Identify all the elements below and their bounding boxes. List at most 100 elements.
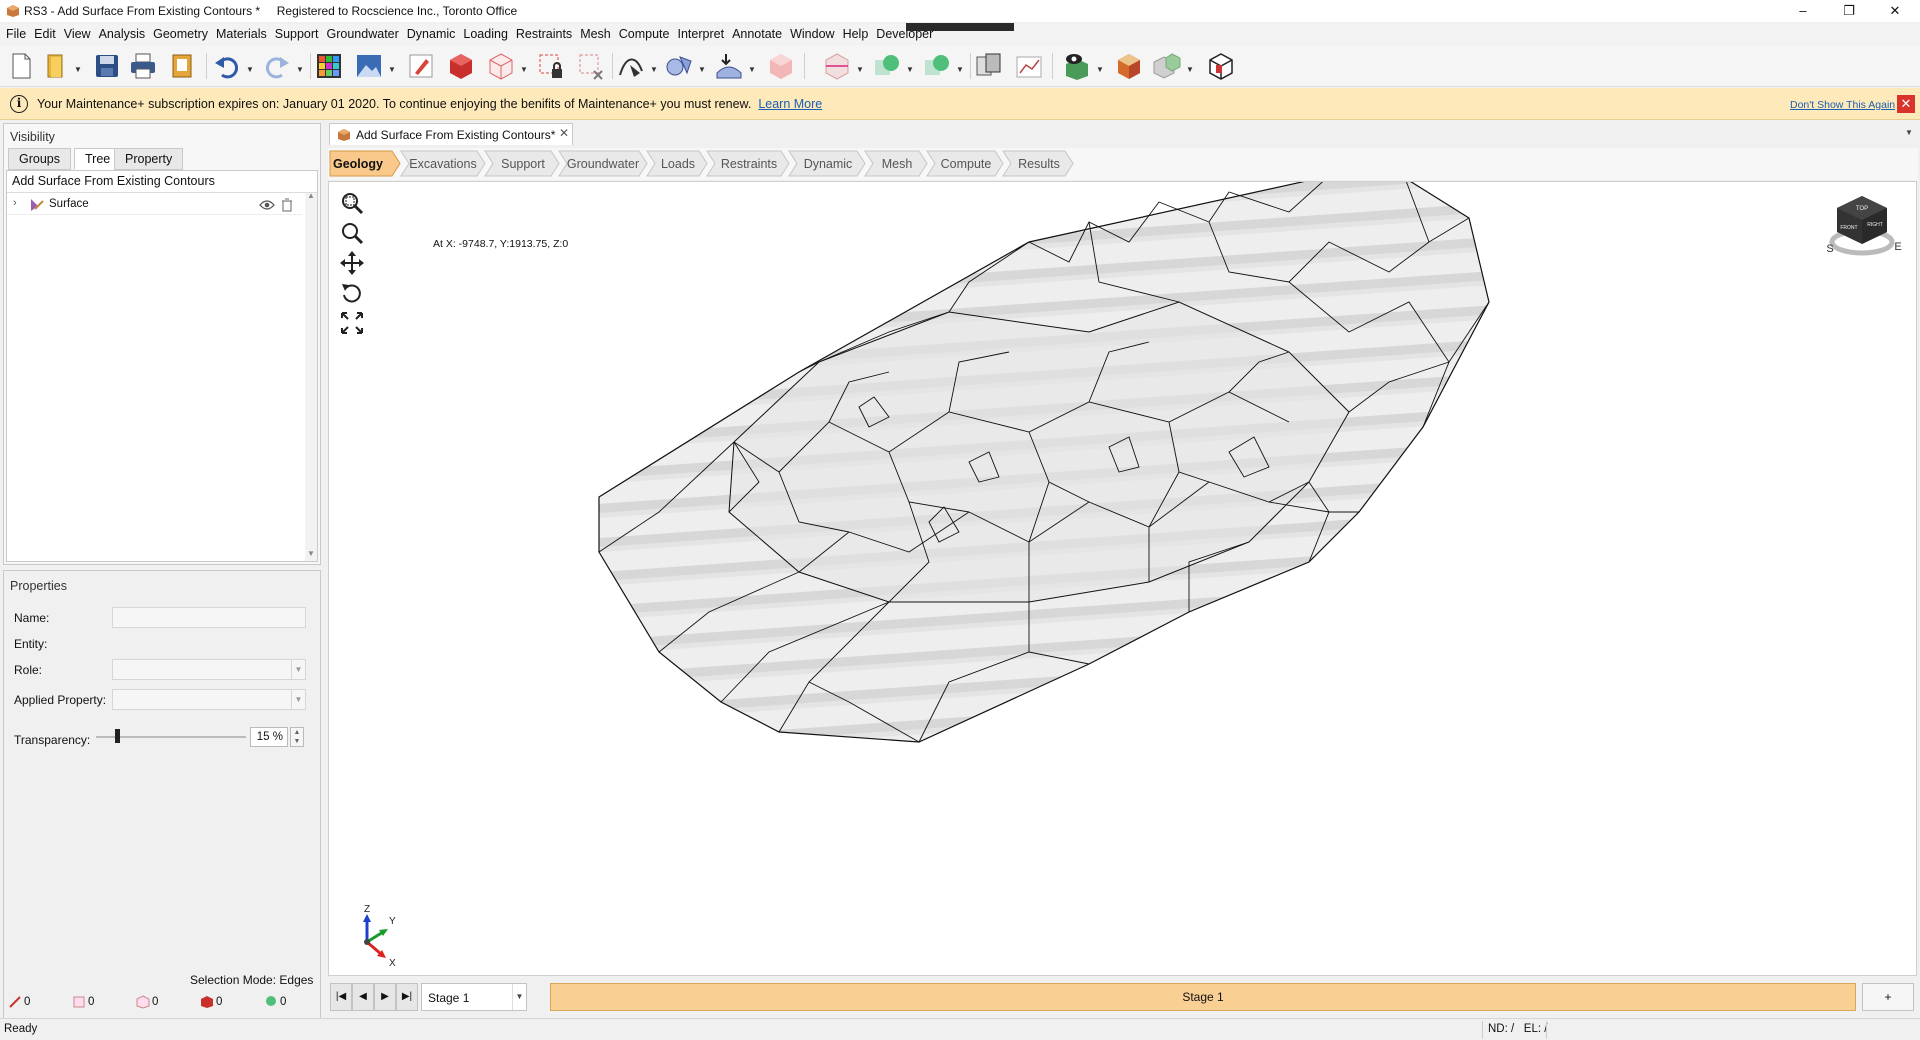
stage-1-bar[interactable]: Stage 1 <box>550 983 1856 1011</box>
cube-slice-icon[interactable] <box>822 51 852 81</box>
3d-viewport[interactable]: At X: -9748.7, Y:1913.75, Z:0 TOP FRONT … <box>328 181 1917 976</box>
grey-cubes-icon[interactable] <box>1152 51 1182 81</box>
colored-cube-icon[interactable] <box>1114 51 1144 81</box>
eye-icon[interactable] <box>259 199 275 211</box>
deselect-icon[interactable] <box>576 51 606 81</box>
workflow-results[interactable]: Results <box>1002 150 1074 177</box>
curve-tool-icon[interactable] <box>616 51 646 81</box>
chevron-down-icon[interactable]: ▼ <box>956 65 964 74</box>
transparency-spinner[interactable]: ▲ ▼ <box>290 727 304 747</box>
workflow-restraints[interactable]: Restraints <box>706 150 790 177</box>
chevron-down-icon[interactable]: ▼ <box>388 65 396 74</box>
chevron-down-icon[interactable]: ▼ <box>74 65 82 74</box>
menu-view[interactable]: View <box>60 24 95 44</box>
chevron-down-icon[interactable]: ▼ <box>246 65 254 74</box>
last-stage-button[interactable]: ▶| <box>396 983 418 1011</box>
close-notice-icon[interactable]: ✕ <box>1897 95 1915 113</box>
menu-help[interactable]: Help <box>839 24 873 44</box>
menu-edit[interactable]: Edit <box>30 24 60 44</box>
menu-loading[interactable]: Loading <box>459 24 512 44</box>
lock-selection-icon[interactable] <box>536 51 566 81</box>
trash-icon[interactable] <box>281 198 293 212</box>
menu-analysis[interactable]: Analysis <box>95 24 150 44</box>
learn-more-link[interactable]: Learn More <box>758 97 822 111</box>
wire-cube-icon[interactable] <box>486 51 516 81</box>
workflow-geology[interactable]: Geology <box>328 150 402 177</box>
add-stage-button[interactable]: + <box>1862 983 1914 1011</box>
menu-annotate[interactable]: Annotate <box>728 24 786 44</box>
workflow-dynamic[interactable]: Dynamic <box>788 150 866 177</box>
workflow-compute[interactable]: Compute <box>926 150 1004 177</box>
menu-dynamic[interactable]: Dynamic <box>403 24 460 44</box>
chevron-down-icon[interactable]: ▼ <box>748 65 756 74</box>
minimize-button[interactable]: – <box>1780 0 1826 22</box>
previous-stage-button[interactable]: ◀ <box>352 983 374 1011</box>
image-import-icon[interactable] <box>354 51 384 81</box>
boolean-intersect-icon[interactable] <box>922 51 952 81</box>
material-grid-icon[interactable] <box>314 51 344 81</box>
document-tab[interactable]: Add Surface From Existing Contours* ✕ <box>329 123 573 145</box>
tree-item-surface[interactable]: › Surface <box>7 195 302 215</box>
open-folder-icon[interactable] <box>42 51 72 81</box>
scroll-down-icon[interactable]: ▼ <box>307 549 315 558</box>
transparency-slider-thumb[interactable] <box>115 729 120 743</box>
view-cube-tool-icon[interactable] <box>1206 51 1236 81</box>
tree-scrollbar[interactable]: ▲ ▼ <box>305 191 317 561</box>
view-cube-graphic[interactable]: TOP FRONT RIGHT S E <box>1817 182 1907 272</box>
restore-button[interactable]: ❐ <box>1826 0 1872 22</box>
red-cube-icon[interactable] <box>446 51 476 81</box>
close-tab-icon[interactable]: ✕ <box>559 126 569 140</box>
edit-pencil-icon[interactable] <box>406 51 436 81</box>
workflow-support[interactable]: Support <box>484 150 560 177</box>
stage-select[interactable]: Stage 1 ▼ <box>421 983 527 1011</box>
tab-list-dropdown-icon[interactable]: ▼ <box>1905 128 1913 137</box>
workflow-groundwater[interactable]: Groundwater <box>558 150 648 177</box>
menu-compute[interactable]: Compute <box>615 24 674 44</box>
menu-restraints[interactable]: Restraints <box>512 24 576 44</box>
menu-materials[interactable]: Materials <box>212 24 271 44</box>
workflow-excavations[interactable]: Excavations <box>400 150 486 177</box>
chevron-down-icon[interactable]: ▼ <box>296 65 304 74</box>
view-cube[interactable]: TOP FRONT RIGHT S E <box>1817 182 1907 272</box>
chevron-down-icon[interactable]: ▼ <box>1186 65 1194 74</box>
menu-mesh[interactable]: Mesh <box>576 24 615 44</box>
copy-objects-icon[interactable] <box>974 51 1004 81</box>
scroll-up-icon[interactable]: ▲ <box>307 191 315 200</box>
menu-window[interactable]: Window <box>786 24 838 44</box>
shapes-tool-icon[interactable] <box>664 51 694 81</box>
chevron-down-icon[interactable]: ▼ <box>520 65 528 74</box>
report-icon[interactable] <box>168 51 198 81</box>
dont-show-again-link[interactable]: Don't Show This Again <box>1790 99 1895 111</box>
chevron-down-icon[interactable]: ▼ <box>906 65 914 74</box>
chevron-down-icon[interactable]: ▼ <box>856 65 864 74</box>
chevron-down-icon[interactable]: ▼ <box>512 984 526 1010</box>
pink-cube-icon[interactable] <box>766 51 796 81</box>
chevron-down-icon[interactable]: ▼ <box>1096 65 1104 74</box>
chevron-down-icon[interactable]: ▼ <box>698 65 706 74</box>
first-stage-button[interactable]: |◀ <box>330 983 352 1011</box>
tab-property[interactable]: Property <box>114 148 184 170</box>
tab-groups[interactable]: Groups <box>8 148 71 170</box>
new-file-icon[interactable] <box>6 51 36 81</box>
save-icon[interactable] <box>92 51 122 81</box>
boolean-add-icon[interactable] <box>872 51 902 81</box>
chart-tool-icon[interactable] <box>1014 51 1044 81</box>
menu-file[interactable]: File <box>0 24 30 44</box>
menu-geometry[interactable]: Geometry <box>149 24 212 44</box>
menu-interpret[interactable]: Interpret <box>674 24 729 44</box>
transparency-value-input[interactable]: 15 % <box>250 727 288 747</box>
applied-property-select[interactable]: ▼ <box>112 689 306 710</box>
surface-model[interactable] <box>329 182 1917 976</box>
name-field[interactable] <box>112 607 306 628</box>
close-button[interactable]: ✕ <box>1872 0 1918 22</box>
menu-support[interactable]: Support <box>271 24 323 44</box>
workflow-loads[interactable]: Loads <box>646 150 708 177</box>
redo-icon[interactable] <box>262 51 292 81</box>
chevron-down-icon[interactable]: ▼ <box>650 65 658 74</box>
workflow-mesh[interactable]: Mesh <box>864 150 928 177</box>
undo-icon[interactable] <box>212 51 242 81</box>
role-select[interactable]: ▼ <box>112 659 306 680</box>
surface-import-icon[interactable] <box>714 51 744 81</box>
print-icon[interactable] <box>128 51 158 81</box>
menu-groundwater[interactable]: Groundwater <box>323 24 403 44</box>
